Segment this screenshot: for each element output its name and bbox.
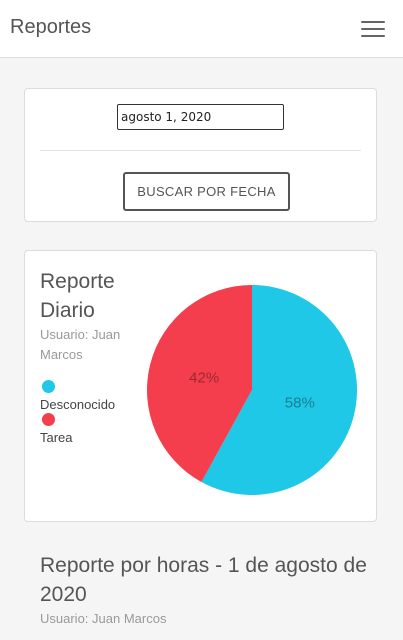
- legend-dot: [42, 413, 55, 426]
- hamburger-icon[interactable]: [357, 18, 389, 40]
- pie-chart: 58% 42%: [146, 285, 357, 495]
- menu-line: [361, 35, 385, 37]
- menu-line: [361, 28, 385, 30]
- divider: [40, 150, 361, 151]
- legend-label: Desconocido: [40, 397, 116, 412]
- search-by-date-button[interactable]: BUSCAR POR FECHA: [123, 172, 290, 211]
- legend-dot: [42, 380, 55, 393]
- chart-title: Reporte Diario: [40, 270, 115, 322]
- chart-user-label: Usuario: Juan Marcos: [40, 327, 121, 362]
- date-input[interactable]: [117, 104, 284, 130]
- app-title: Reportes: [10, 16, 92, 38]
- daily-report-card: Reporte Diario Usuario: Juan Marcos Desc…: [24, 250, 377, 522]
- menu-line: [361, 21, 385, 23]
- top-app-bar: Reportes: [0, 0, 403, 58]
- date-search-card: BUSCAR POR FECHA: [24, 88, 377, 222]
- pie-slice-label: 58%: [285, 394, 315, 411]
- legend-label: Tarea: [40, 430, 73, 445]
- pie-slice-label: 42%: [189, 370, 219, 387]
- hourly-report-user: Usuario: Juan Marcos: [40, 611, 167, 626]
- hourly-report-title: Reporte por horas - 1 de agosto de 2020: [40, 554, 367, 606]
